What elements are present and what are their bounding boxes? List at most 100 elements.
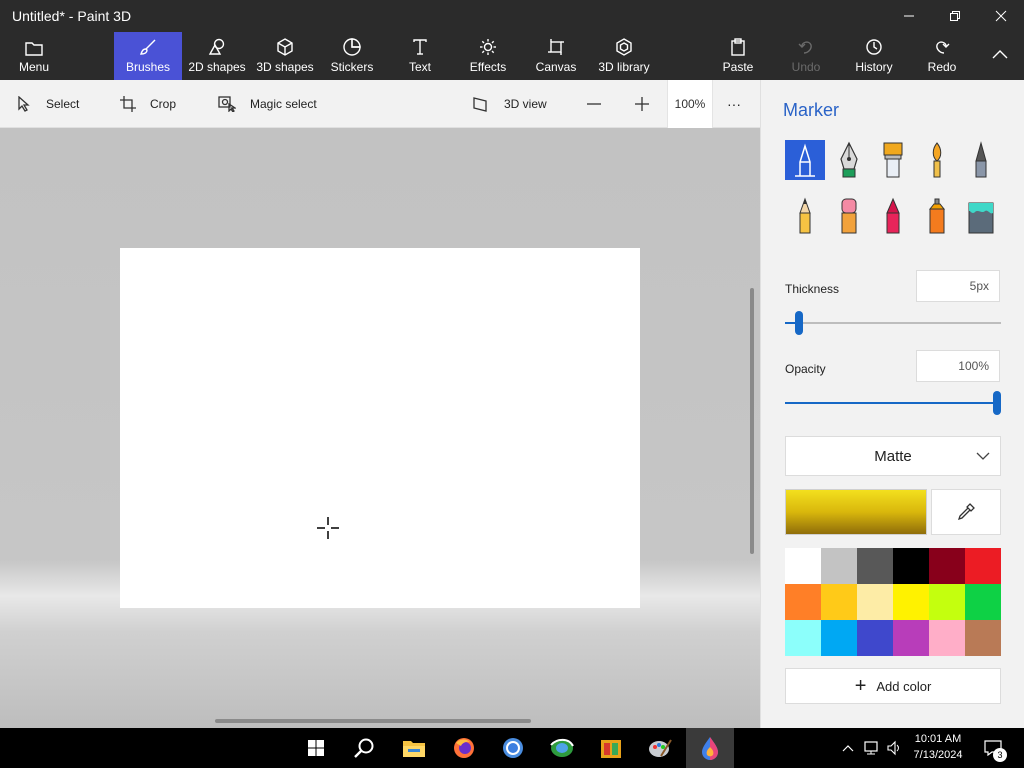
- palette-swatch[interactable]: [893, 548, 929, 584]
- store-button[interactable]: [587, 728, 635, 768]
- 3d-library-icon: [616, 38, 632, 56]
- redo-button[interactable]: Redo: [922, 32, 962, 80]
- collapse-ribbon-button[interactable]: [984, 32, 1016, 80]
- horizontal-scrollbar[interactable]: [215, 719, 531, 723]
- crayon-icon: [886, 197, 900, 234]
- pencil-button[interactable]: [785, 196, 825, 236]
- undo-button[interactable]: Undo: [786, 32, 826, 80]
- watercolor-brush-button[interactable]: [917, 140, 957, 180]
- restore-button[interactable]: [932, 0, 978, 32]
- eyedropper-button[interactable]: [931, 489, 1001, 535]
- menu-button[interactable]: Menu: [8, 32, 60, 80]
- palette-swatch[interactable]: [821, 584, 857, 620]
- close-button[interactable]: [978, 0, 1024, 32]
- palette-swatch[interactable]: [929, 620, 965, 656]
- opacity-slider[interactable]: [785, 391, 1001, 415]
- palette-swatch[interactable]: [857, 620, 893, 656]
- thickness-input[interactable]: 5px: [916, 270, 1000, 302]
- eraser-button[interactable]: [829, 196, 869, 236]
- zoom-level[interactable]: 100%: [667, 80, 713, 128]
- paint3d-button[interactable]: [686, 728, 734, 768]
- palette-swatch[interactable]: [821, 620, 857, 656]
- chrome-button[interactable]: [489, 728, 537, 768]
- palette-swatch[interactable]: [857, 584, 893, 620]
- palette-swatch[interactable]: [965, 620, 1001, 656]
- tab-3d-shapes[interactable]: 3D shapes: [254, 32, 316, 80]
- network-icon: [864, 741, 878, 755]
- pixel-pen-button[interactable]: [961, 140, 1001, 180]
- clock-date: 7/13/2024: [913, 749, 963, 761]
- 3d-view-button[interactable]: 3D view: [472, 80, 547, 128]
- palette-swatch[interactable]: [965, 584, 1001, 620]
- more-options-button[interactable]: ···: [727, 80, 741, 128]
- clock-time: 10:01 AM: [914, 733, 962, 745]
- crayon-button[interactable]: [873, 196, 913, 236]
- search-button[interactable]: [340, 728, 388, 768]
- crosshair-cursor-icon: [317, 517, 339, 539]
- history-button[interactable]: History: [852, 32, 896, 80]
- opacity-input[interactable]: 100%: [916, 350, 1000, 382]
- opacity-label: Opacity: [785, 362, 826, 376]
- redo-label: Redo: [927, 60, 957, 74]
- add-color-label: Add color: [876, 678, 932, 694]
- marker-brush-button[interactable]: [785, 140, 825, 180]
- workspace[interactable]: [0, 128, 760, 728]
- fill-bucket-button[interactable]: [961, 196, 1001, 236]
- eraser-icon: [841, 198, 857, 234]
- tab-effects[interactable]: Effects: [464, 32, 512, 80]
- crop-tool[interactable]: Crop: [120, 80, 176, 128]
- tab-label: Canvas: [535, 60, 577, 74]
- folder-icon: [25, 42, 43, 56]
- palette-swatch[interactable]: [929, 584, 965, 620]
- tab-2d-shapes[interactable]: 2D shapes: [186, 32, 248, 80]
- drawing-canvas[interactable]: [120, 248, 640, 608]
- add-color-button[interactable]: + Add color: [785, 668, 1001, 704]
- tab-stickers[interactable]: Stickers: [326, 32, 378, 80]
- minimize-button[interactable]: [886, 0, 932, 32]
- thickness-slider[interactable]: [785, 311, 1001, 335]
- restore-icon: [950, 11, 960, 21]
- select-tool[interactable]: Select: [16, 80, 79, 128]
- palette-swatch[interactable]: [821, 548, 857, 584]
- palette-swatch[interactable]: [857, 548, 893, 584]
- thickness-slider-thumb[interactable]: [795, 311, 803, 335]
- zoom-out-button[interactable]: [586, 80, 602, 128]
- current-color-swatch[interactable]: [785, 489, 927, 535]
- finish-dropdown[interactable]: Matte: [785, 436, 1001, 476]
- show-hidden-icons-button[interactable]: [838, 728, 858, 768]
- oil-brush-button[interactable]: [873, 140, 913, 180]
- search-icon: [354, 738, 374, 758]
- edge-button[interactable]: [538, 728, 586, 768]
- palette-swatch[interactable]: [785, 620, 821, 656]
- volume-icon: [887, 740, 899, 756]
- firefox-icon: [454, 738, 474, 758]
- tab-text[interactable]: Text: [398, 32, 442, 80]
- palette-swatch[interactable]: [785, 548, 821, 584]
- tab-brushes[interactable]: Brushes: [114, 32, 182, 80]
- vertical-scrollbar[interactable]: [750, 288, 754, 554]
- firefox-button[interactable]: [440, 728, 488, 768]
- magic-select-tool[interactable]: Magic select: [218, 80, 317, 128]
- magic-select-label: Magic select: [250, 97, 317, 111]
- paint-button[interactable]: [636, 728, 684, 768]
- select-label: Select: [46, 97, 80, 111]
- network-button[interactable]: [860, 728, 882, 768]
- palette-swatch[interactable]: [785, 584, 821, 620]
- palette-swatch[interactable]: [929, 548, 965, 584]
- finish-value: Matte: [874, 447, 912, 465]
- opacity-slider-thumb[interactable]: [993, 391, 1001, 415]
- palette-swatch[interactable]: [893, 584, 929, 620]
- palette-swatch[interactable]: [965, 548, 1001, 584]
- zoom-in-button[interactable]: [634, 80, 650, 128]
- start-button[interactable]: [292, 728, 340, 768]
- paste-button[interactable]: Paste: [718, 32, 758, 80]
- brush-icon: [140, 39, 156, 55]
- tab-3d-library[interactable]: 3D library: [596, 32, 652, 80]
- calligraphy-pen-button[interactable]: [829, 140, 869, 180]
- file-explorer-button[interactable]: [390, 728, 438, 768]
- palette-swatch[interactable]: [893, 620, 929, 656]
- tab-canvas[interactable]: Canvas: [532, 32, 580, 80]
- volume-button[interactable]: [884, 728, 904, 768]
- spray-can-button[interactable]: [917, 196, 957, 236]
- taskbar-clock[interactable]: 10:01 AM 7/13/2024: [905, 731, 971, 763]
